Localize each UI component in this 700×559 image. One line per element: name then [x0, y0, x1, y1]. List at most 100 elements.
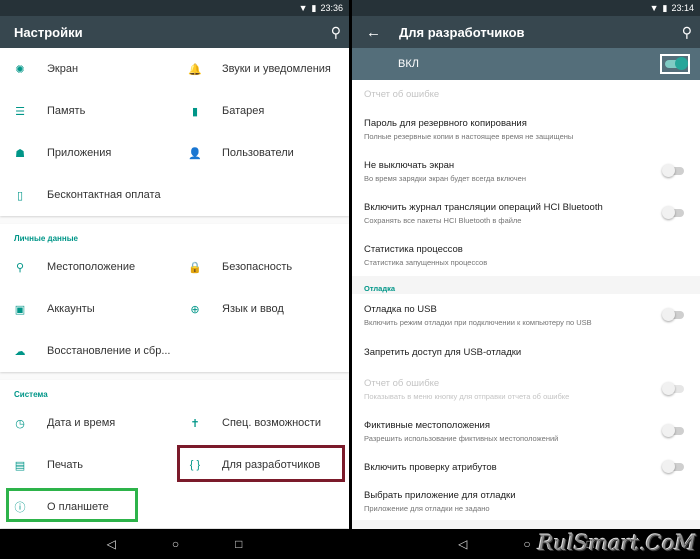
- toggle-switch[interactable]: [662, 460, 684, 473]
- settings-tile[interactable]: ✺ Экран: [0, 48, 175, 90]
- debug-list: Отладка по USB Включить режим отладки при…: [352, 294, 700, 520]
- settings-tile-label: Бесконтактная оплата: [47, 189, 161, 201]
- page-title: Для разработчиков: [399, 24, 525, 40]
- settings-tile-label: Аккаунты: [47, 303, 95, 315]
- battery-status-icon: ▮: [662, 2, 668, 13]
- home-icon[interactable]: ○: [172, 537, 179, 551]
- search-icon[interactable]: ⚲: [682, 24, 692, 41]
- preference-row[interactable]: Включить проверку атрибутов: [352, 452, 700, 482]
- developer-options-highlight: [177, 445, 345, 482]
- arrow-back-icon[interactable]: ←: [366, 24, 381, 41]
- settings-tile-label: Язык и ввод: [222, 303, 284, 315]
- settings-tile-label: Экран: [47, 63, 79, 75]
- back-icon[interactable]: ◁: [458, 537, 467, 551]
- preference-summary: Сохранять все пакеты HCI Bluetooth в фай…: [364, 215, 522, 225]
- preference-row[interactable]: Не выключать экран Во время зарядки экран…: [352, 150, 700, 192]
- settings-tile-label: Пользователи: [222, 147, 294, 159]
- preference-title: Отладка по USB: [364, 303, 437, 315]
- preference-summary: Статистика запущенных процессов: [364, 257, 488, 267]
- settings-tile[interactable]: ▮ Батарея: [175, 90, 349, 132]
- settings-tile-label: Безопасность: [222, 261, 293, 273]
- accessibility-icon: ✝: [190, 417, 200, 430]
- settings-tile[interactable]: 👤 Пользователи: [175, 132, 349, 174]
- settings-tile-label: Дата и время: [47, 417, 116, 429]
- preference-row[interactable]: Запретить доступ для USB-отладки: [352, 336, 700, 368]
- preference-title: Отчет об ошибке: [364, 88, 440, 100]
- toggle-switch: [662, 382, 684, 395]
- settings-tile[interactable]: ◷ Дата и время: [0, 402, 175, 444]
- settings-tile-label: Батарея: [222, 105, 265, 117]
- settings-tile-label: Восстановление и сбр...: [47, 345, 171, 357]
- personal-section: Личные данные ⚲ Местоположение 🔒 Безопаснос…: [0, 224, 349, 372]
- cloud-backup-icon: ☁: [14, 345, 26, 358]
- wifi-icon: ▼: [298, 2, 308, 13]
- settings-tile-label: Спец. возможности: [222, 417, 321, 429]
- device-grid: ✺ Экран 🔔 Звуки и уведомления ☰ Память ▮ Батаре…: [0, 48, 349, 216]
- account-icon: ▣: [14, 303, 26, 316]
- preference-row[interactable]: Включить журнал трансляции операций HCI …: [352, 192, 700, 234]
- settings-tile-label: Печать: [47, 459, 84, 471]
- settings-tile[interactable]: ⚲ Местоположение: [0, 246, 175, 288]
- settings-tile[interactable]: ▤ Печать: [0, 444, 175, 486]
- settings-tile-label: Приложения: [47, 147, 112, 159]
- preference-row[interactable]: Выбрать приложение для отладки Приложение…: [352, 482, 700, 520]
- brightness-icon: ✺: [15, 63, 25, 76]
- preference-row[interactable]: Пароль для резервного копирования Полные …: [352, 108, 700, 150]
- recents-icon[interactable]: □: [235, 537, 242, 551]
- battery-icon: ▮: [191, 105, 199, 118]
- preference-summary: Приложение для отладки не задано: [364, 503, 490, 513]
- preference-row[interactable]: Статистика процессов Статистика запущенны…: [352, 234, 700, 276]
- settings-tile[interactable]: ☁ Восстановление и сбр...: [0, 330, 175, 372]
- preference-title: Отчет об ошибке: [364, 377, 440, 389]
- preference-summary: Разрешить использование фиктивных местоп…: [364, 433, 559, 443]
- settings-list: Отчет об ошибке Пароль для резервного коп…: [352, 80, 700, 276]
- location-icon: ⚲: [15, 261, 25, 274]
- app-bar: Настройки ⚲: [0, 16, 349, 48]
- preference-row[interactable]: Отладка по USB Включить режим отладки при…: [352, 294, 700, 336]
- settings-tile[interactable]: ✝ Спец. возможности: [175, 402, 349, 444]
- settings-tile[interactable]: 🔔 Звуки и уведомления: [175, 48, 349, 90]
- storage-icon: ☰: [15, 105, 25, 118]
- person-icon: 👤: [188, 147, 202, 160]
- wifi-icon: ▼: [649, 2, 659, 13]
- preference-title: Запретить доступ для USB-отладки: [364, 346, 522, 358]
- toggle-switch[interactable]: [662, 164, 684, 177]
- toggle-switch[interactable]: [662, 206, 684, 219]
- master-switch[interactable]: [660, 54, 690, 74]
- settings-tile[interactable]: ☰ Память: [0, 90, 175, 132]
- section-title-system: Система: [14, 390, 48, 399]
- preference-title: Включить проверку атрибутов: [364, 461, 497, 473]
- home-icon[interactable]: ○: [523, 537, 530, 551]
- personal-grid: ⚲ Местоположение 🔒 Безопасность ▣ Аккаунты ⊕ Яз…: [0, 246, 349, 372]
- back-icon[interactable]: ◁: [107, 537, 116, 551]
- toggle-switch[interactable]: [662, 308, 684, 321]
- search-icon[interactable]: ⚲: [331, 24, 341, 41]
- device-section: ✺ Экран 🔔 Звуки и уведомления ☰ Память ▮ Батаре…: [0, 48, 349, 216]
- master-switch-bar[interactable]: ВКЛ: [352, 48, 700, 80]
- preference-summary: Во время зарядки экран будет всегда вклю…: [364, 173, 526, 183]
- status-time: 23:36: [320, 3, 343, 13]
- section-title-personal: Личные данные: [14, 234, 78, 243]
- settings-screen: ▼ ▮ 23:36 Настройки ⚲ ✺ Экран 🔔 Звуки и уве…: [0, 0, 349, 559]
- settings-tile-label: Память: [47, 105, 86, 117]
- status-time: 23:14: [671, 3, 694, 13]
- status-bar: ▼ ▮ 23:14: [352, 0, 700, 16]
- preference-row[interactable]: Фиктивные местоположения Разрешить исполь…: [352, 410, 700, 452]
- settings-tile-label: Звуки и уведомления: [222, 63, 331, 75]
- status-bar: ▼ ▮ 23:36: [0, 0, 349, 16]
- preference-summary: Показывать в меню кнопку для отправки от…: [364, 391, 570, 401]
- settings-tile[interactable]: ⊕ Язык и ввод: [175, 288, 349, 330]
- developer-options-screen: ▼ ▮ 23:14 ← Для разработчиков ⚲ ВКЛ Отче…: [352, 0, 700, 559]
- settings-tile[interactable]: ▯ Бесконтактная оплата: [0, 174, 175, 216]
- settings-tile[interactable]: 🔒 Безопасность: [175, 246, 349, 288]
- preference-row: Отчет об ошибке Показывать в меню кнопку …: [352, 368, 700, 410]
- settings-tile[interactable]: ▣ Аккаунты: [0, 288, 175, 330]
- preference-title: Фиктивные местоположения: [364, 419, 490, 431]
- toggle-switch[interactable]: [662, 424, 684, 437]
- preference-title: Не выключать экран: [364, 159, 455, 171]
- app-bar: ← Для разработчиков ⚲: [352, 16, 700, 48]
- android-icon: ☗: [15, 147, 25, 160]
- lock-icon: 🔒: [188, 261, 202, 274]
- settings-tile[interactable]: ☗ Приложения: [0, 132, 175, 174]
- bell-icon: 🔔: [188, 63, 202, 76]
